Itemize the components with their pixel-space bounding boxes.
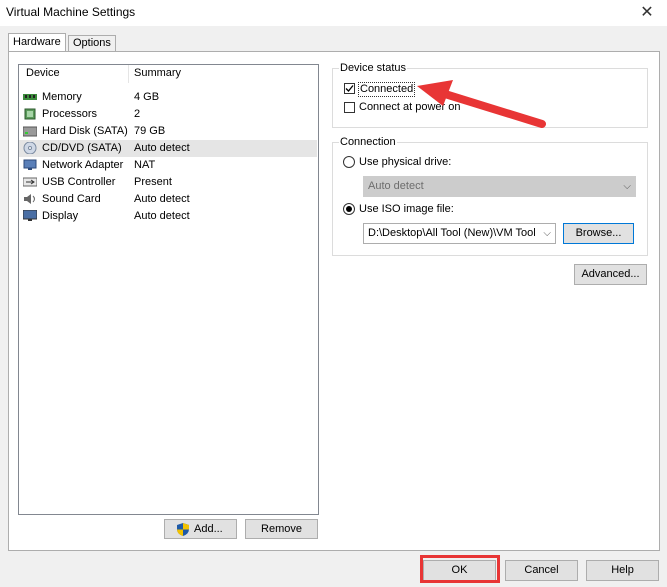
connection-label: Connection: [339, 136, 397, 148]
ok-highlight-box: [420, 555, 500, 583]
device-summary: Present: [134, 176, 172, 188]
device-name: Network Adapter: [42, 159, 124, 171]
device-row-cd-dvd[interactable]: CD/DVD (SATA) Auto detect: [19, 140, 317, 157]
cancel-button[interactable]: Cancel: [505, 560, 578, 581]
device-status-label: Device status: [339, 62, 408, 74]
tab-hardware[interactable]: Hardware: [8, 33, 66, 52]
iso-image-radio[interactable]: [343, 203, 355, 215]
connect-power-on-checkbox[interactable]: [344, 102, 355, 113]
annotation-arrow-icon: [417, 80, 546, 128]
device-row-processors[interactable]: Processors 2: [19, 106, 317, 123]
remove-device-button[interactable]: Remove: [245, 519, 318, 539]
advanced-button[interactable]: Advanced...: [574, 264, 647, 285]
device-row-display[interactable]: Display Auto detect: [19, 208, 317, 225]
help-button[interactable]: Help: [586, 560, 659, 581]
physical-drive-label[interactable]: Use physical drive:: [359, 156, 451, 168]
device-name: CD/DVD (SATA): [42, 142, 122, 154]
device-summary: Auto detect: [134, 210, 190, 222]
device-summary: NAT: [134, 159, 156, 171]
device-name: Memory: [42, 91, 82, 103]
usb-icon: [23, 177, 37, 187]
device-name: Hard Disk (SATA): [42, 125, 128, 137]
device-summary: Auto detect: [134, 193, 190, 205]
add-device-button[interactable]: Add...: [164, 519, 237, 539]
add-button-label: Add...: [194, 523, 223, 535]
network-adapter-icon: [23, 159, 37, 170]
physical-drive-radio[interactable]: [343, 156, 355, 168]
window-title: Virtual Machine Settings: [6, 5, 136, 19]
device-summary: 2: [134, 108, 141, 120]
device-name: Sound Card: [42, 193, 101, 205]
uac-shield-icon: [177, 523, 189, 536]
iso-image-label[interactable]: Use ISO image file:: [359, 203, 454, 215]
physical-drive-select[interactable]: Auto detect ⌵: [363, 176, 636, 197]
cd-dvd-icon: [23, 142, 37, 154]
device-name: Display: [42, 210, 79, 222]
iso-path-combo[interactable]: D:\Desktop\All Tool (New)\VM Tool ⌵: [363, 223, 556, 244]
device-row-sound[interactable]: Sound Card Auto detect: [19, 191, 317, 208]
device-row-memory[interactable]: Memory 4 GB: [19, 89, 317, 106]
device-row-network[interactable]: Network Adapter NAT: [19, 157, 317, 174]
device-name: USB Controller: [42, 176, 116, 188]
device-summary: 79 GB: [134, 125, 166, 137]
close-icon[interactable]: ✕: [635, 3, 659, 23]
column-separator[interactable]: [128, 65, 129, 83]
sound-card-icon: [24, 194, 35, 204]
processor-icon: [24, 108, 36, 120]
browse-button[interactable]: Browse...: [563, 223, 634, 244]
iso-path-value: D:\Desktop\All Tool (New)\VM Tool: [368, 227, 536, 239]
device-row-usb[interactable]: USB Controller Present: [19, 174, 317, 191]
chevron-down-icon: ⌵: [623, 181, 631, 192]
physical-drive-value: Auto detect: [368, 180, 424, 192]
connected-checkbox[interactable]: [344, 83, 355, 94]
column-header-device[interactable]: Device: [26, 67, 60, 79]
memory-icon: [23, 94, 37, 100]
device-name: Processors: [42, 108, 98, 120]
chevron-down-icon[interactable]: ⌵: [543, 224, 551, 243]
checkmark-icon: [345, 85, 354, 92]
column-header-summary[interactable]: Summary: [134, 67, 181, 79]
hard-disk-icon: [23, 126, 37, 137]
tab-options[interactable]: Options: [68, 35, 116, 52]
display-icon: [23, 210, 37, 221]
device-summary: 4 GB: [134, 91, 160, 103]
device-summary: Auto detect: [134, 142, 190, 154]
device-row-hard-disk[interactable]: Hard Disk (SATA) 79 GB: [19, 123, 317, 140]
